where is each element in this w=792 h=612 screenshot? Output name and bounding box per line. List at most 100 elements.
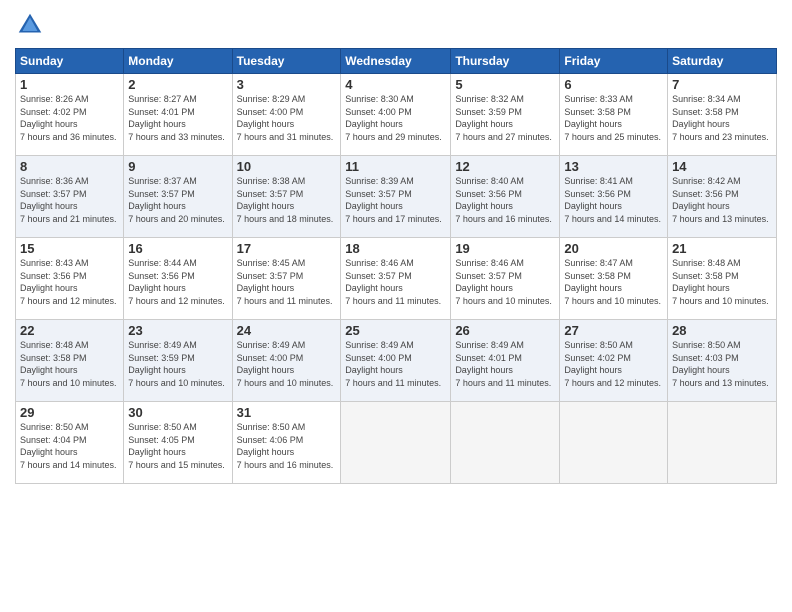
day-number: 5 <box>455 77 555 92</box>
day-number: 24 <box>237 323 337 338</box>
day-number: 28 <box>672 323 772 338</box>
day-number: 26 <box>455 323 555 338</box>
day-info: Sunrise: 8:42 AM Sunset: 3:56 PM Dayligh… <box>672 175 772 225</box>
week-row-1: 1 Sunrise: 8:26 AM Sunset: 4:02 PM Dayli… <box>16 74 777 156</box>
calendar-cell: 27 Sunrise: 8:50 AM Sunset: 4:02 PM Dayl… <box>560 320 668 402</box>
calendar-cell: 3 Sunrise: 8:29 AM Sunset: 4:00 PM Dayli… <box>232 74 341 156</box>
calendar-cell: 7 Sunrise: 8:34 AM Sunset: 3:58 PM Dayli… <box>668 74 777 156</box>
day-number: 29 <box>20 405 119 420</box>
day-info: Sunrise: 8:50 AM Sunset: 4:03 PM Dayligh… <box>672 339 772 389</box>
day-info: Sunrise: 8:40 AM Sunset: 3:56 PM Dayligh… <box>455 175 555 225</box>
calendar-cell: 30 Sunrise: 8:50 AM Sunset: 4:05 PM Dayl… <box>124 402 232 484</box>
day-number: 31 <box>237 405 337 420</box>
calendar-cell: 4 Sunrise: 8:30 AM Sunset: 4:00 PM Dayli… <box>341 74 451 156</box>
day-number: 3 <box>237 77 337 92</box>
calendar-cell: 5 Sunrise: 8:32 AM Sunset: 3:59 PM Dayli… <box>451 74 560 156</box>
day-info: Sunrise: 8:49 AM Sunset: 4:01 PM Dayligh… <box>455 339 555 389</box>
day-info: Sunrise: 8:49 AM Sunset: 4:00 PM Dayligh… <box>237 339 337 389</box>
calendar-cell: 29 Sunrise: 8:50 AM Sunset: 4:04 PM Dayl… <box>16 402 124 484</box>
day-info: Sunrise: 8:50 AM Sunset: 4:05 PM Dayligh… <box>128 421 227 471</box>
col-header-wednesday: Wednesday <box>341 49 451 74</box>
day-info: Sunrise: 8:36 AM Sunset: 3:57 PM Dayligh… <box>20 175 119 225</box>
day-number: 12 <box>455 159 555 174</box>
day-info: Sunrise: 8:26 AM Sunset: 4:02 PM Dayligh… <box>20 93 119 143</box>
day-info: Sunrise: 8:46 AM Sunset: 3:57 PM Dayligh… <box>345 257 446 307</box>
day-info: Sunrise: 8:34 AM Sunset: 3:58 PM Dayligh… <box>672 93 772 143</box>
day-number: 22 <box>20 323 119 338</box>
day-number: 6 <box>564 77 663 92</box>
day-number: 27 <box>564 323 663 338</box>
calendar-cell: 22 Sunrise: 8:48 AM Sunset: 3:58 PM Dayl… <box>16 320 124 402</box>
week-row-3: 15 Sunrise: 8:43 AM Sunset: 3:56 PM Dayl… <box>16 238 777 320</box>
calendar-cell: 21 Sunrise: 8:48 AM Sunset: 3:58 PM Dayl… <box>668 238 777 320</box>
day-info: Sunrise: 8:50 AM Sunset: 4:04 PM Dayligh… <box>20 421 119 471</box>
day-info: Sunrise: 8:45 AM Sunset: 3:57 PM Dayligh… <box>237 257 337 307</box>
week-row-4: 22 Sunrise: 8:48 AM Sunset: 3:58 PM Dayl… <box>16 320 777 402</box>
col-header-saturday: Saturday <box>668 49 777 74</box>
calendar-cell: 24 Sunrise: 8:49 AM Sunset: 4:00 PM Dayl… <box>232 320 341 402</box>
week-row-2: 8 Sunrise: 8:36 AM Sunset: 3:57 PM Dayli… <box>16 156 777 238</box>
calendar-cell: 9 Sunrise: 8:37 AM Sunset: 3:57 PM Dayli… <box>124 156 232 238</box>
day-number: 25 <box>345 323 446 338</box>
calendar-cell <box>341 402 451 484</box>
col-header-sunday: Sunday <box>16 49 124 74</box>
calendar-cell: 10 Sunrise: 8:38 AM Sunset: 3:57 PM Dayl… <box>232 156 341 238</box>
calendar-cell: 12 Sunrise: 8:40 AM Sunset: 3:56 PM Dayl… <box>451 156 560 238</box>
calendar-cell: 28 Sunrise: 8:50 AM Sunset: 4:03 PM Dayl… <box>668 320 777 402</box>
day-info: Sunrise: 8:29 AM Sunset: 4:00 PM Dayligh… <box>237 93 337 143</box>
calendar-cell: 16 Sunrise: 8:44 AM Sunset: 3:56 PM Dayl… <box>124 238 232 320</box>
calendar-cell: 6 Sunrise: 8:33 AM Sunset: 3:58 PM Dayli… <box>560 74 668 156</box>
day-number: 8 <box>20 159 119 174</box>
day-number: 23 <box>128 323 227 338</box>
calendar-cell: 13 Sunrise: 8:41 AM Sunset: 3:56 PM Dayl… <box>560 156 668 238</box>
logo <box>15 10 49 40</box>
logo-icon <box>15 10 45 40</box>
day-number: 9 <box>128 159 227 174</box>
calendar-cell <box>668 402 777 484</box>
day-info: Sunrise: 8:48 AM Sunset: 3:58 PM Dayligh… <box>672 257 772 307</box>
day-number: 13 <box>564 159 663 174</box>
day-info: Sunrise: 8:46 AM Sunset: 3:57 PM Dayligh… <box>455 257 555 307</box>
page: SundayMondayTuesdayWednesdayThursdayFrid… <box>0 0 792 612</box>
day-number: 11 <box>345 159 446 174</box>
day-info: Sunrise: 8:44 AM Sunset: 3:56 PM Dayligh… <box>128 257 227 307</box>
header <box>15 10 777 40</box>
calendar-cell: 19 Sunrise: 8:46 AM Sunset: 3:57 PM Dayl… <box>451 238 560 320</box>
calendar-cell: 14 Sunrise: 8:42 AM Sunset: 3:56 PM Dayl… <box>668 156 777 238</box>
day-number: 2 <box>128 77 227 92</box>
calendar-cell: 1 Sunrise: 8:26 AM Sunset: 4:02 PM Dayli… <box>16 74 124 156</box>
day-number: 1 <box>20 77 119 92</box>
day-info: Sunrise: 8:37 AM Sunset: 3:57 PM Dayligh… <box>128 175 227 225</box>
day-number: 10 <box>237 159 337 174</box>
col-header-tuesday: Tuesday <box>232 49 341 74</box>
day-number: 20 <box>564 241 663 256</box>
day-number: 15 <box>20 241 119 256</box>
day-info: Sunrise: 8:38 AM Sunset: 3:57 PM Dayligh… <box>237 175 337 225</box>
day-number: 7 <box>672 77 772 92</box>
day-info: Sunrise: 8:41 AM Sunset: 3:56 PM Dayligh… <box>564 175 663 225</box>
header-row: SundayMondayTuesdayWednesdayThursdayFrid… <box>16 49 777 74</box>
day-info: Sunrise: 8:43 AM Sunset: 3:56 PM Dayligh… <box>20 257 119 307</box>
calendar-cell: 8 Sunrise: 8:36 AM Sunset: 3:57 PM Dayli… <box>16 156 124 238</box>
day-info: Sunrise: 8:48 AM Sunset: 3:58 PM Dayligh… <box>20 339 119 389</box>
day-number: 21 <box>672 241 772 256</box>
day-info: Sunrise: 8:49 AM Sunset: 4:00 PM Dayligh… <box>345 339 446 389</box>
day-number: 16 <box>128 241 227 256</box>
calendar-cell <box>451 402 560 484</box>
col-header-monday: Monday <box>124 49 232 74</box>
day-info: Sunrise: 8:50 AM Sunset: 4:06 PM Dayligh… <box>237 421 337 471</box>
calendar-cell: 11 Sunrise: 8:39 AM Sunset: 3:57 PM Dayl… <box>341 156 451 238</box>
day-info: Sunrise: 8:47 AM Sunset: 3:58 PM Dayligh… <box>564 257 663 307</box>
day-info: Sunrise: 8:27 AM Sunset: 4:01 PM Dayligh… <box>128 93 227 143</box>
day-info: Sunrise: 8:30 AM Sunset: 4:00 PM Dayligh… <box>345 93 446 143</box>
calendar-cell: 2 Sunrise: 8:27 AM Sunset: 4:01 PM Dayli… <box>124 74 232 156</box>
day-info: Sunrise: 8:32 AM Sunset: 3:59 PM Dayligh… <box>455 93 555 143</box>
day-info: Sunrise: 8:33 AM Sunset: 3:58 PM Dayligh… <box>564 93 663 143</box>
calendar-cell: 18 Sunrise: 8:46 AM Sunset: 3:57 PM Dayl… <box>341 238 451 320</box>
day-number: 30 <box>128 405 227 420</box>
calendar-cell: 15 Sunrise: 8:43 AM Sunset: 3:56 PM Dayl… <box>16 238 124 320</box>
col-header-thursday: Thursday <box>451 49 560 74</box>
col-header-friday: Friday <box>560 49 668 74</box>
calendar-cell: 20 Sunrise: 8:47 AM Sunset: 3:58 PM Dayl… <box>560 238 668 320</box>
calendar-cell: 23 Sunrise: 8:49 AM Sunset: 3:59 PM Dayl… <box>124 320 232 402</box>
